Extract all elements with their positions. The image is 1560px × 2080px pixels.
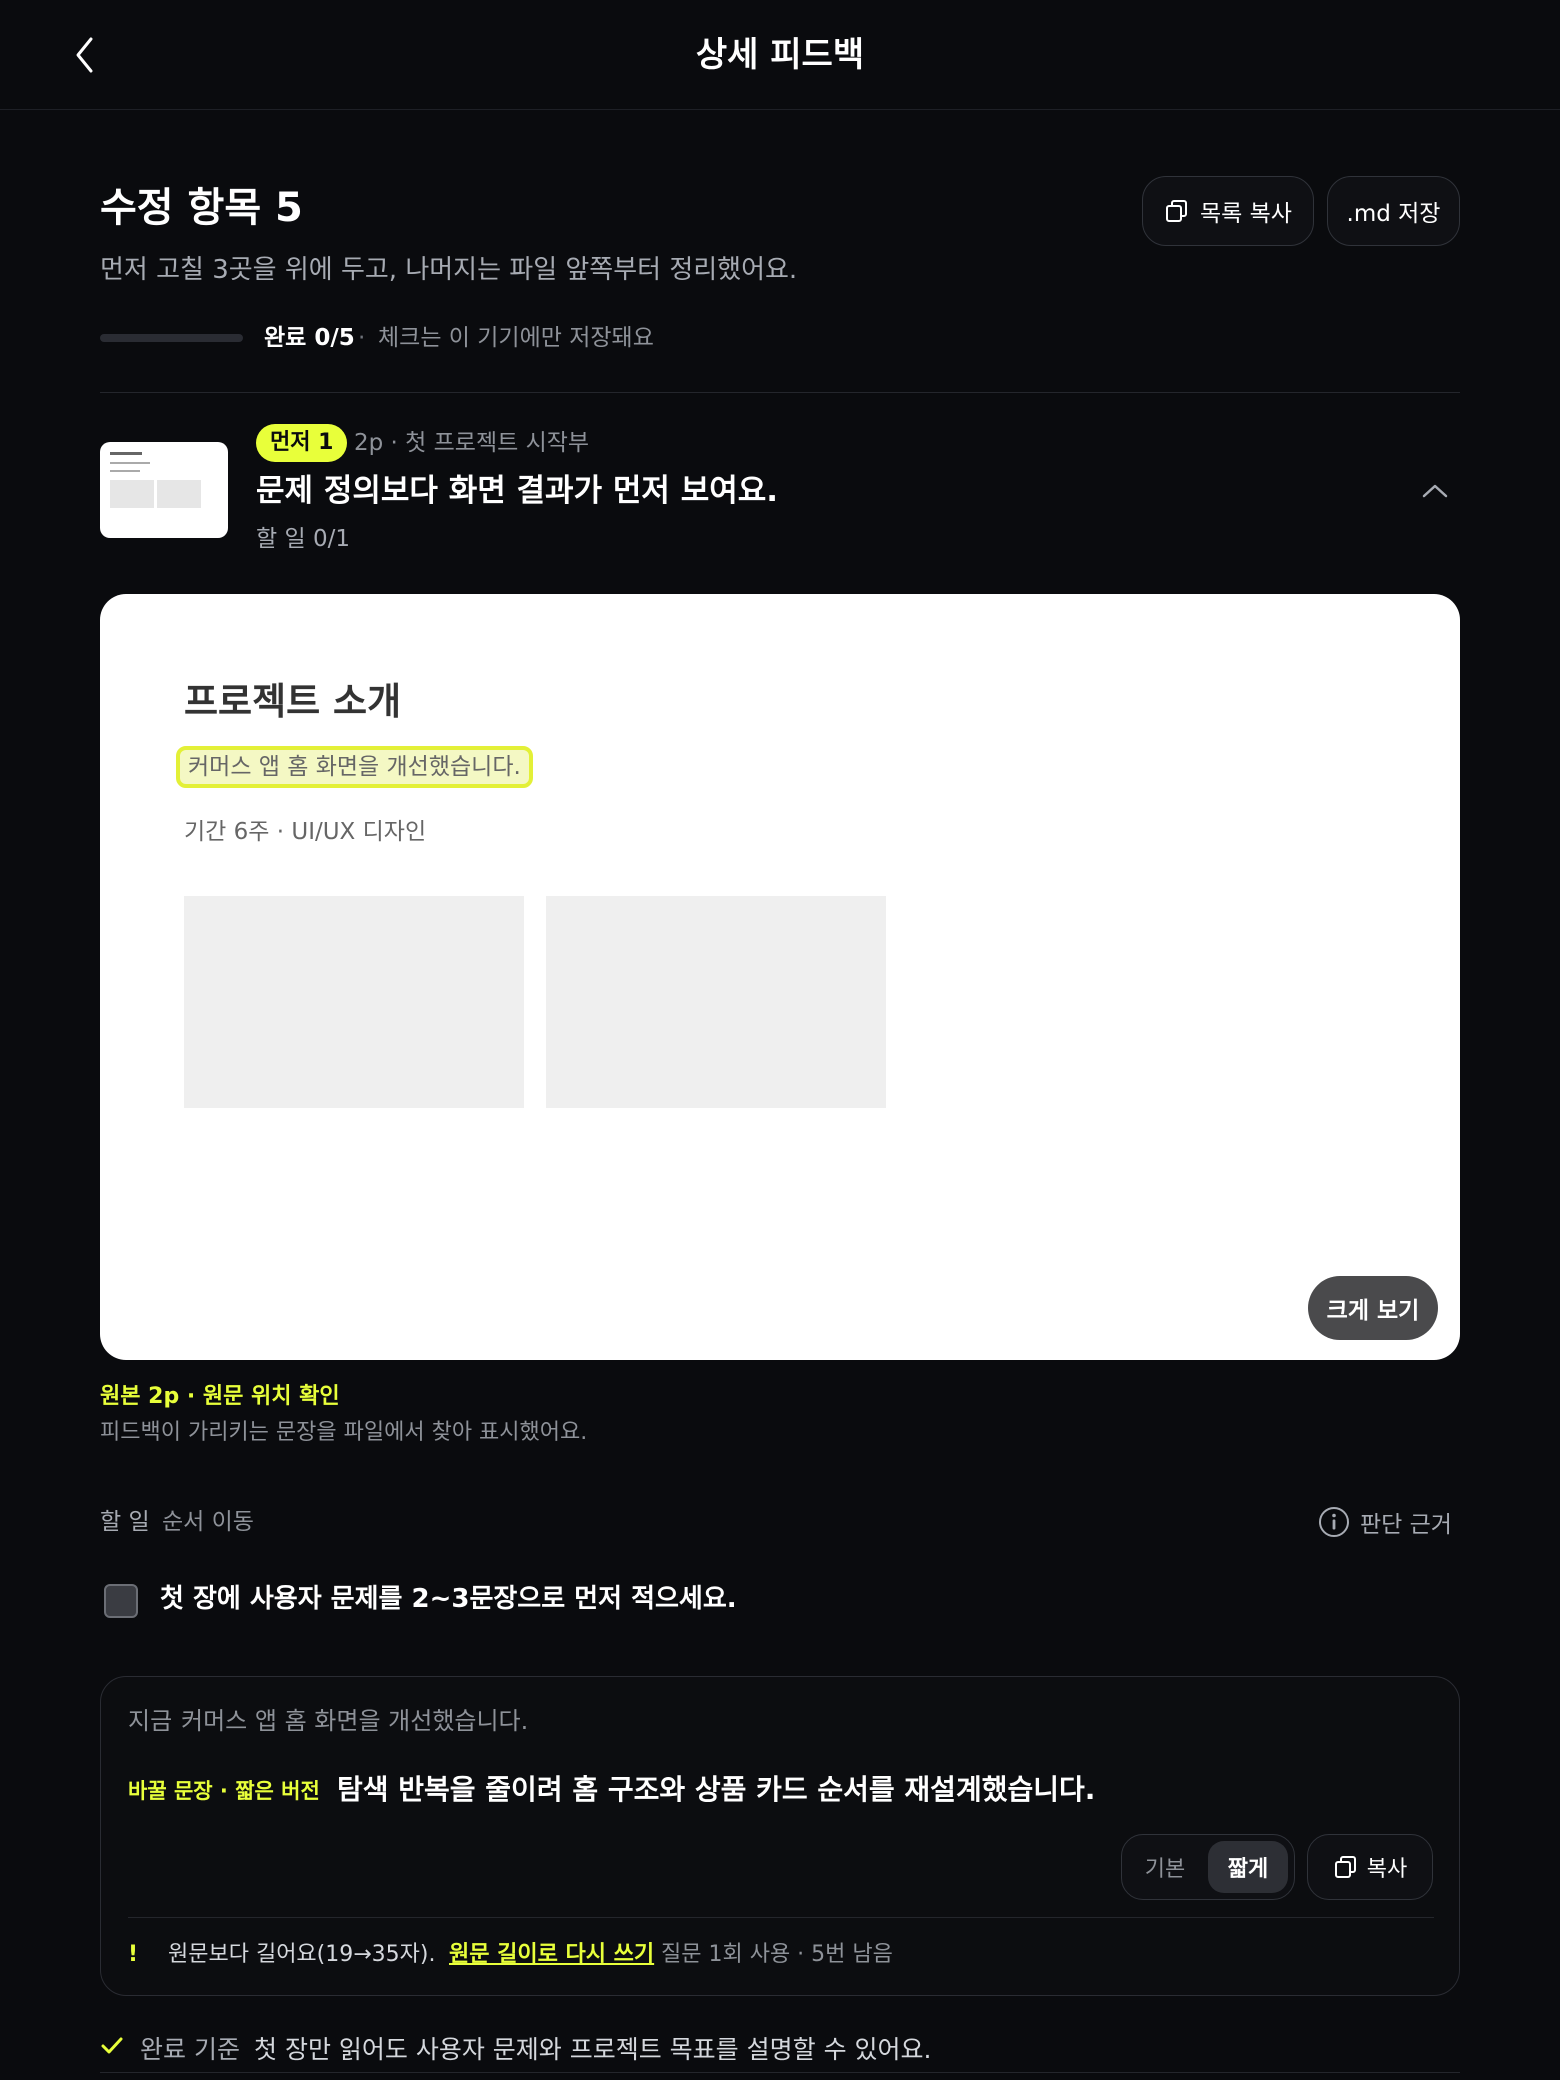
basis-button[interactable]: 판단 근거: [1318, 1500, 1452, 1544]
quota-text: 질문 1회 사용 · 5번 남음: [661, 1942, 893, 1967]
info-icon: [1319, 1507, 1349, 1537]
preview-image-placeholder: [546, 896, 886, 1108]
progress-separator: ·: [358, 325, 366, 351]
copy-label: 복사: [1366, 1857, 1408, 1882]
task-text: 첫 장에 사용자 문제를 2~3문장으로 먼저 적으세요.: [160, 1584, 737, 1614]
reorder-button[interactable]: 순서 이동: [162, 1504, 254, 1540]
thumbnail-text-line: [110, 470, 140, 472]
alternative-text: 탐색 반복을 줄이려 홈 구조와 상품 카드 순서를 재설계했습니다.: [337, 1773, 1096, 1806]
warning-text: 원문보다 길어요(19→35자).: [168, 1942, 436, 1967]
priority-badge: 먼저 1: [256, 424, 348, 462]
toggle-basic[interactable]: 기본: [1128, 1841, 1202, 1893]
divider: [100, 2072, 1460, 2073]
check-icon: [101, 2037, 123, 2054]
page-preview: 프로젝트 소개 커머스 앱 홈 화면을 개선했습니다. 기간 6주 · UI/U…: [100, 594, 1460, 1360]
copy-list-button[interactable]: 목록 복사: [1142, 176, 1314, 246]
progress-bar: [100, 334, 243, 342]
criteria-text: 첫 장만 읽어도 사용자 문제와 프로젝트 목표를 설명할 수 있어요.: [254, 2035, 932, 2064]
rewrite-suggestion: 지금 커머스 앱 홈 화면을 개선했습니다. 바꿀 문장 · 짧은 버전 탐색 …: [100, 1676, 1460, 1996]
summary-title: 수정 항목 5: [100, 185, 303, 231]
alternative-label: 바꿀 문장 · 짧은 버전: [128, 1779, 320, 1803]
chevron-up-icon: [1422, 484, 1448, 498]
thumbnail-text-line: [110, 462, 150, 464]
md-save-label: .md 저장: [1346, 201, 1441, 227]
progress-note: 체크는 이 기기에만 저장돼요: [378, 325, 654, 351]
collapse-button[interactable]: [1420, 476, 1450, 506]
md-save-button[interactable]: .md 저장: [1327, 176, 1460, 246]
zoom-label: 크게 보기: [1326, 1298, 1420, 1324]
preview-meta: 기간 6주 · UI/UX 디자인: [184, 819, 427, 845]
item-title: 문제 정의보다 화면 결과가 먼저 보여요.: [256, 473, 779, 509]
copy-icon: [1334, 1856, 1356, 1878]
divider: [100, 392, 1460, 393]
source-link[interactable]: 원본 2p · 원문 위치 확인: [100, 1380, 340, 1414]
source-subtitle: 피드백이 가리키는 문장을 파일에서 찾아 표시했어요.: [100, 1420, 588, 1445]
criteria-label: 완료 기준: [140, 2035, 240, 2064]
todo-label: 할 일: [100, 1509, 150, 1535]
thumbnail-title-line: [110, 452, 142, 455]
basis-label: 판단 근거: [1360, 1512, 1452, 1538]
divider: [128, 1917, 1434, 1918]
item-meta: 2p · 첫 프로젝트 시작부: [354, 430, 590, 456]
summary-subtitle: 먼저 고칠 3곳을 위에 두고, 나머지는 파일 앞쪽부터 정리했어요.: [100, 255, 798, 285]
highlighted-sentence: 커머스 앱 홈 화면을 개선했습니다.: [176, 746, 533, 788]
toggle-short[interactable]: 짧게: [1208, 1841, 1288, 1893]
current-text: 커머스 앱 홈 화면을 개선했습니다.: [181, 1707, 529, 1735]
rewrite-link[interactable]: 원문 길이로 다시 쓰기: [449, 1937, 654, 1973]
copy-list-label: 목록 복사: [1200, 201, 1292, 227]
thumbnail-image-block: [110, 480, 154, 508]
zoom-button[interactable]: 크게 보기: [1308, 1276, 1438, 1340]
item-todo-count: 할 일 0/1: [256, 526, 350, 552]
preview-image-placeholder: [184, 896, 524, 1108]
page-thumbnail[interactable]: [100, 442, 228, 538]
length-toggle: 기본 짧게: [1121, 1834, 1295, 1900]
progress-label: 완료 0/5: [264, 325, 355, 351]
copy-button[interactable]: 복사: [1307, 1834, 1433, 1900]
copy-icon: [1166, 200, 1188, 222]
warning-icon: !: [128, 1942, 139, 1967]
thumbnail-image-block: [157, 480, 201, 508]
task-checkbox[interactable]: [104, 1584, 138, 1618]
current-label: 지금: [128, 1707, 173, 1735]
preview-title: 프로젝트 소개: [184, 680, 402, 723]
page-title: 상세 피드백: [695, 35, 865, 75]
